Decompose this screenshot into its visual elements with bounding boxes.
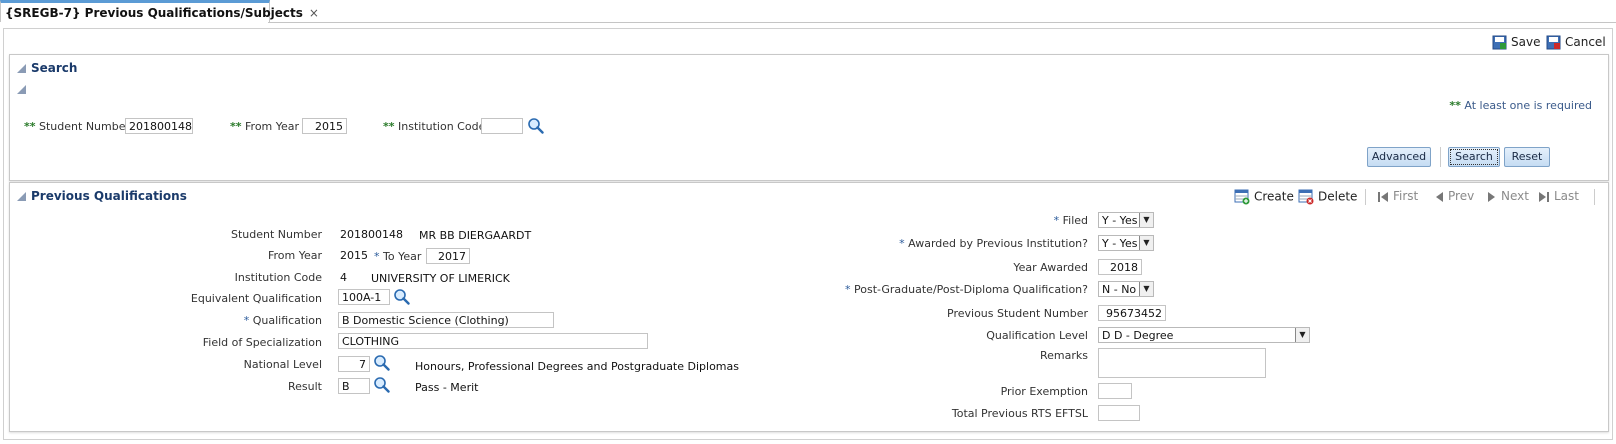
prior-exemption-input[interactable]	[1098, 383, 1132, 399]
result-label: Result	[288, 380, 322, 393]
institution-name: UNIVERSITY OF LIMERICK	[371, 272, 510, 285]
equivalent-qualification-label: Equivalent Qualification	[190, 292, 322, 305]
year-awarded-label: Year Awarded	[1013, 261, 1088, 274]
to-year-input[interactable]: 2017	[426, 248, 470, 264]
separator	[1365, 189, 1366, 205]
student-number-label: ** Student Number	[24, 120, 131, 133]
filed-select[interactable]: Y - Yes ▼	[1098, 212, 1154, 228]
cancel-icon	[1546, 35, 1561, 50]
previous-student-number-label: Previous Student Number	[947, 307, 1088, 320]
qualification-level-label: Qualification Level	[986, 329, 1088, 342]
delete-icon	[1298, 189, 1314, 205]
student-number-value: 201800148	[340, 228, 403, 241]
previous-qualifications-panel: Previous Qualifications Create Delete Fi…	[9, 182, 1609, 432]
previous-student-number-input[interactable]: 95673452	[1098, 305, 1166, 321]
total-previous-rts-eftsl-label: Total Previous RTS EFTSL	[951, 407, 1088, 420]
advanced-button[interactable]: Advanced	[1367, 147, 1431, 167]
tab-previous-qualifications[interactable]: {SREGB-7} Previous Qualifications/Subjec…	[0, 0, 319, 22]
qualification-input[interactable]: B Domestic Science (Clothing)	[338, 312, 554, 328]
search-icon[interactable]	[373, 376, 390, 393]
institution-code-label: Institution Code	[234, 271, 322, 284]
search-icon[interactable]	[393, 288, 410, 305]
tab-title: {SREGB-7} Previous Qualifications/Subjec…	[5, 6, 303, 20]
from-year-label: From Year	[267, 249, 322, 262]
post-graduate-label: * Post-Graduate/Post-Diploma Qualificati…	[845, 283, 1088, 296]
cancel-button[interactable]: Cancel	[1546, 35, 1606, 50]
from-year-input[interactable]: 2015	[302, 118, 347, 134]
search-icon[interactable]	[373, 354, 390, 371]
qualification-label: * Qualification	[243, 314, 322, 327]
post-graduate-select[interactable]: N - No ▼	[1098, 281, 1154, 297]
required-note: ** At least one is required	[1449, 99, 1592, 112]
student-number-input[interactable]: 201800148	[125, 118, 193, 134]
prev-button[interactable]: Prev	[1434, 189, 1474, 203]
collapse-criteria-icon[interactable]	[17, 85, 26, 94]
result-input[interactable]: B	[338, 378, 370, 394]
prior-exemption-label: Prior Exemption	[1000, 385, 1088, 398]
from-year-value: 2015	[340, 249, 368, 262]
national-level-description: Honours, Professional Degrees and Postgr…	[415, 360, 739, 373]
field-of-specialization-label: Field of Specialization	[202, 336, 322, 349]
remarks-textarea[interactable]	[1098, 348, 1266, 378]
national-level-input[interactable]: 7	[338, 356, 370, 372]
search-button[interactable]: Search	[1448, 147, 1500, 167]
qualification-level-select[interactable]: D D - Degree ▼	[1098, 327, 1310, 343]
last-button[interactable]: Last	[1538, 189, 1579, 203]
field-of-specialization-input[interactable]: CLOTHING	[338, 333, 648, 349]
save-button[interactable]: Save	[1492, 35, 1540, 50]
close-icon[interactable]: ×	[309, 6, 319, 20]
awarded-select[interactable]: Y - Yes ▼	[1098, 235, 1154, 251]
awarded-by-previous-institution-label: * Awarded by Previous Institution?	[899, 237, 1088, 250]
prev-icon	[1436, 191, 1443, 202]
chevron-down-icon: ▼	[1139, 236, 1153, 250]
institution-code-input[interactable]	[481, 118, 523, 134]
create-icon	[1234, 189, 1250, 205]
chevron-down-icon: ▼	[1139, 282, 1153, 296]
delete-button[interactable]: Delete	[1298, 189, 1357, 205]
separator	[1594, 189, 1595, 205]
next-button[interactable]: Next	[1487, 189, 1529, 203]
equivalent-qualification-input[interactable]: 100A-1	[338, 289, 390, 305]
search-panel-title: Search	[31, 61, 78, 75]
last-icon	[1539, 191, 1549, 202]
collapse-qualifications-icon[interactable]	[17, 192, 26, 201]
to-year-label: * To Year	[374, 250, 422, 263]
year-awarded-input[interactable]: 2018	[1098, 259, 1142, 275]
filed-label: * Filed	[1053, 214, 1088, 227]
chevron-down-icon: ▼	[1295, 328, 1309, 342]
first-button[interactable]: First	[1377, 189, 1418, 203]
tab-strip-line	[268, 22, 1616, 23]
total-previous-rts-eftsl-input[interactable]	[1098, 405, 1140, 421]
student-number-label: Student Number	[231, 228, 322, 241]
save-icon	[1492, 35, 1507, 50]
separator	[1440, 147, 1441, 167]
collapse-search-icon[interactable]	[17, 64, 26, 73]
search-icon[interactable]	[527, 117, 544, 134]
create-button[interactable]: Create	[1234, 189, 1294, 205]
institution-code-value: 4	[340, 271, 347, 284]
qualifications-panel-title: Previous Qualifications	[31, 189, 187, 203]
result-description: Pass - Merit	[415, 381, 479, 394]
search-panel: Search ** At least one is required ** St…	[9, 54, 1609, 181]
institution-code-label: ** Institution Code	[383, 120, 486, 133]
next-icon	[1488, 191, 1495, 202]
student-name: MR BB DIERGAARDT	[419, 229, 532, 242]
from-year-label: ** From Year	[230, 120, 300, 133]
first-icon	[1378, 191, 1388, 202]
reset-button[interactable]: Reset	[1504, 147, 1550, 167]
national-level-label: National Level	[243, 358, 322, 371]
chevron-down-icon: ▼	[1139, 213, 1153, 227]
remarks-label: Remarks	[1040, 349, 1088, 362]
